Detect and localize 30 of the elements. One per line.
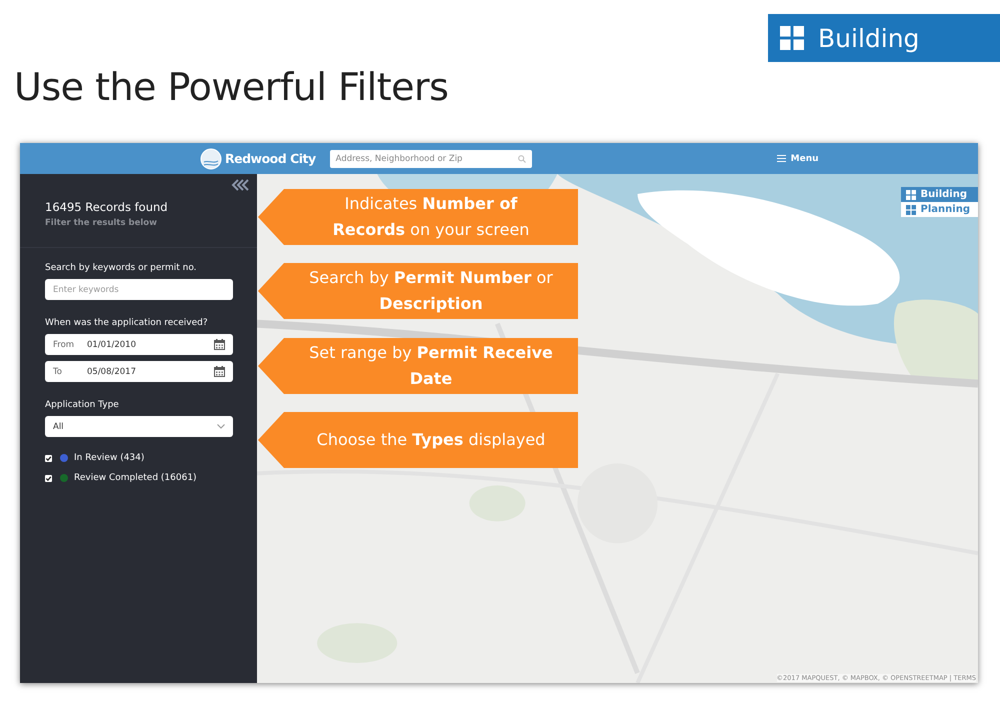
menu-icon [776, 155, 786, 162]
checkbox[interactable] [45, 454, 52, 462]
logo-icon [200, 148, 222, 170]
keyword-field[interactable]: Enter keywords [45, 279, 233, 300]
date-field[interactable]: To 05/08/2017 [45, 361, 233, 382]
type-select[interactable]: All [45, 416, 233, 437]
status-label[interactable]: In Review (434) [74, 453, 144, 463]
field-label: Search by keywords or permit no. [45, 263, 198, 273]
grid-icon [780, 26, 804, 50]
slide-title: Use the Powerful Filters [14, 65, 448, 109]
layer-tab[interactable]: Planning [900, 202, 978, 217]
field-label: Application Type [45, 400, 120, 410]
layer-tab[interactable]: Building [900, 187, 978, 202]
city-logo-text[interactable]: Redwood City [225, 151, 316, 166]
address-search-field[interactable]: Address, Neighborhood or Zip [330, 150, 532, 168]
grid-icon [906, 190, 916, 200]
checkbox[interactable] [45, 474, 52, 482]
menu-button[interactable]: Menu [776, 154, 819, 164]
search-icon [518, 154, 526, 162]
chevron-icon [217, 424, 225, 429]
section-badge: Building [768, 14, 1000, 62]
field-label: When was the application received? [45, 318, 209, 328]
calendar-icon[interactable] [214, 366, 225, 377]
date-field[interactable]: From 01/01/2010 [45, 334, 233, 355]
calendar-icon[interactable] [214, 339, 225, 350]
collapse-icon[interactable] [231, 179, 251, 191]
filter-hint: Filter the results below [45, 218, 158, 228]
grid-icon [906, 204, 916, 214]
status-label[interactable]: Review Completed (16061) [74, 473, 197, 483]
records-count: 16495 Records found [45, 200, 169, 214]
